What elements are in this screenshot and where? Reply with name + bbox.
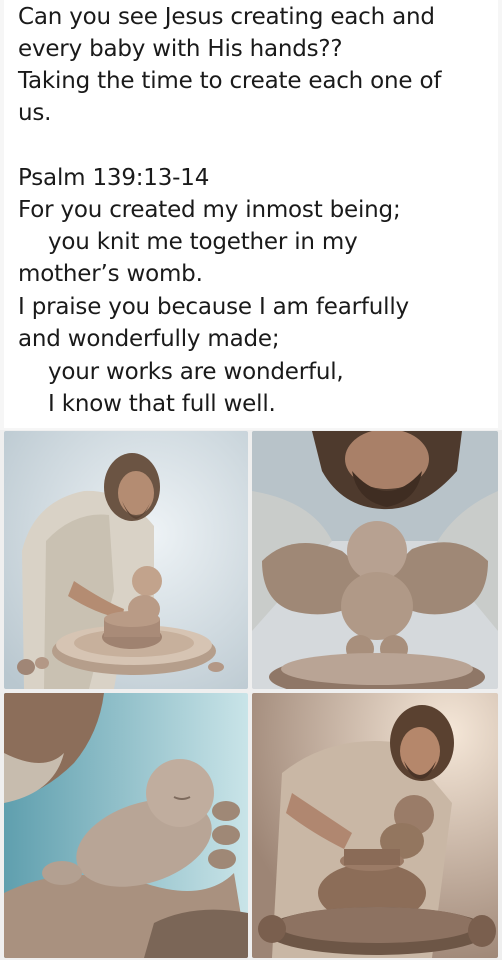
image-grid bbox=[0, 430, 502, 960]
verse-line-4: I praise you because I am fearfully bbox=[18, 294, 409, 320]
verse-line-7: I know that full well. bbox=[48, 391, 276, 417]
image-sleeping-baby-in-hands[interactable] bbox=[4, 693, 248, 958]
intro-line-2: every baby with His hands?? bbox=[18, 36, 343, 62]
post-caption: Can you see Jesus creating each and ever… bbox=[4, 0, 498, 428]
intro-line-3: Taking the time to create each one of bbox=[18, 68, 442, 94]
verse-line-1: For you created my inmost being; bbox=[18, 197, 401, 223]
intro-line-1: Can you see Jesus creating each and bbox=[18, 4, 435, 30]
verse-line-5: and wonderfully made; bbox=[18, 326, 280, 352]
verse-line-3: mother’s womb. bbox=[18, 261, 203, 287]
verse-reference: Psalm 139:13-14 bbox=[18, 165, 210, 191]
verse-line-6: your works are wonderful, bbox=[48, 359, 344, 385]
image-potter-smiling-baby-on-wheel[interactable] bbox=[252, 693, 498, 958]
image-hands-shaping-baby-closeup[interactable] bbox=[252, 431, 498, 689]
social-post: Can you see Jesus creating each and ever… bbox=[0, 0, 502, 960]
verse-line-2: you knit me together in my bbox=[48, 229, 358, 255]
intro-line-4: us. bbox=[18, 100, 52, 126]
image-potter-at-wheel-full[interactable] bbox=[4, 431, 248, 689]
